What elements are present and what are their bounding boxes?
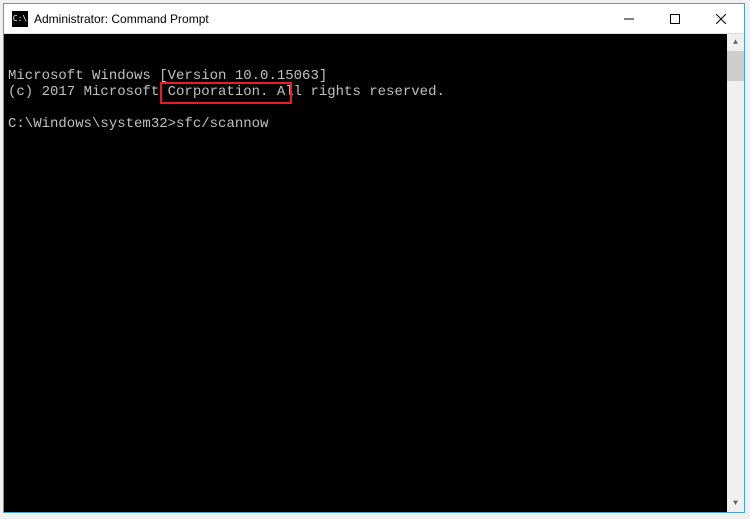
close-button[interactable] bbox=[698, 4, 744, 33]
minimize-button[interactable] bbox=[606, 4, 652, 33]
terminal-content: Microsoft Windows [Version 10.0.15063] (… bbox=[8, 68, 740, 132]
titlebar[interactable]: C:\ Administrator: Command Prompt bbox=[4, 4, 744, 34]
close-icon bbox=[716, 14, 726, 24]
command-input[interactable]: sfc/scannow bbox=[176, 116, 268, 132]
scroll-up-button[interactable]: ▲ bbox=[727, 34, 744, 51]
prompt-text: C:\Windows\system32> bbox=[8, 116, 176, 132]
scrollbar-track[interactable] bbox=[727, 51, 744, 495]
vertical-scrollbar[interactable]: ▲ ▼ bbox=[727, 34, 744, 512]
window-title: Administrator: Command Prompt bbox=[34, 12, 606, 26]
command-prompt-window: C:\ Administrator: Command Prompt Micros… bbox=[3, 3, 745, 513]
cmd-icon: C:\ bbox=[12, 11, 28, 27]
maximize-icon bbox=[670, 14, 680, 24]
scroll-down-button[interactable]: ▼ bbox=[727, 495, 744, 512]
version-line: Microsoft Windows [Version 10.0.15063] bbox=[8, 68, 327, 84]
maximize-button[interactable] bbox=[652, 4, 698, 33]
window-controls bbox=[606, 4, 744, 33]
copyright-line: (c) 2017 Microsoft Corporation. All righ… bbox=[8, 84, 445, 100]
minimize-icon bbox=[624, 14, 634, 24]
scrollbar-thumb[interactable] bbox=[727, 51, 744, 81]
terminal-area[interactable]: Microsoft Windows [Version 10.0.15063] (… bbox=[4, 34, 744, 512]
